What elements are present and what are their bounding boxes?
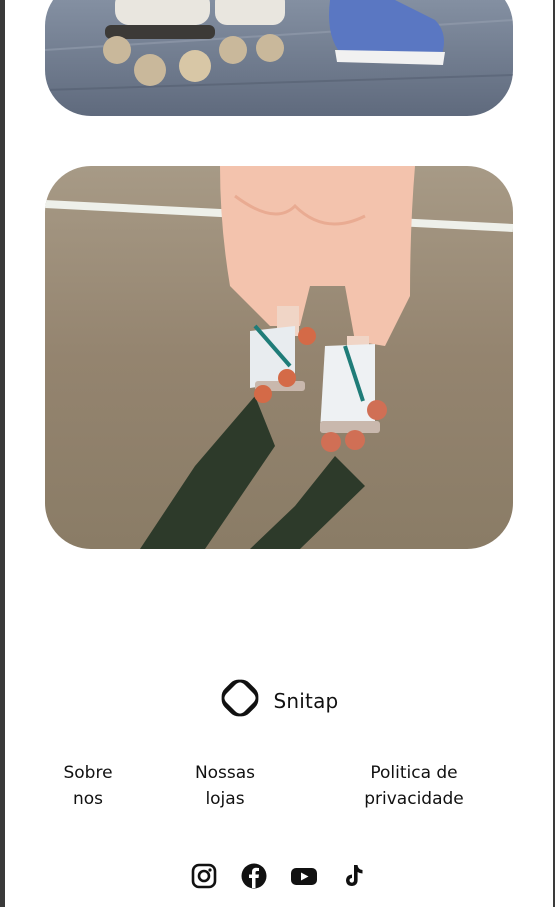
brand[interactable]: Snitap xyxy=(5,678,553,723)
footer-link-about[interactable]: Sobre nos xyxy=(53,760,123,812)
tiktok-icon[interactable] xyxy=(340,862,368,890)
footer-link-label: Politica de xyxy=(370,763,458,783)
brand-logo-icon xyxy=(220,678,260,723)
gallery-photo-sneakers xyxy=(45,0,513,116)
footer-link-label: nos xyxy=(72,789,104,809)
page: Snitap Sobre nos Nossas lojas Politica d… xyxy=(5,0,553,907)
footer-link-label: Sobre xyxy=(63,763,113,783)
footer-link-label: Nossas xyxy=(194,763,256,783)
footer-link-label: privacidade xyxy=(364,789,464,809)
youtube-icon[interactable] xyxy=(290,862,318,890)
social-links xyxy=(5,862,553,890)
footer-link-privacy[interactable]: Politica de privacidade xyxy=(349,760,479,812)
brand-name: Snitap xyxy=(273,688,339,713)
footer-link-stores[interactable]: Nossas lojas xyxy=(185,760,265,812)
footer-link-label: lojas xyxy=(205,789,245,809)
facebook-icon[interactable] xyxy=(240,862,268,890)
gallery-photo-roller-skates xyxy=(45,166,513,549)
instagram-icon[interactable] xyxy=(190,862,218,890)
